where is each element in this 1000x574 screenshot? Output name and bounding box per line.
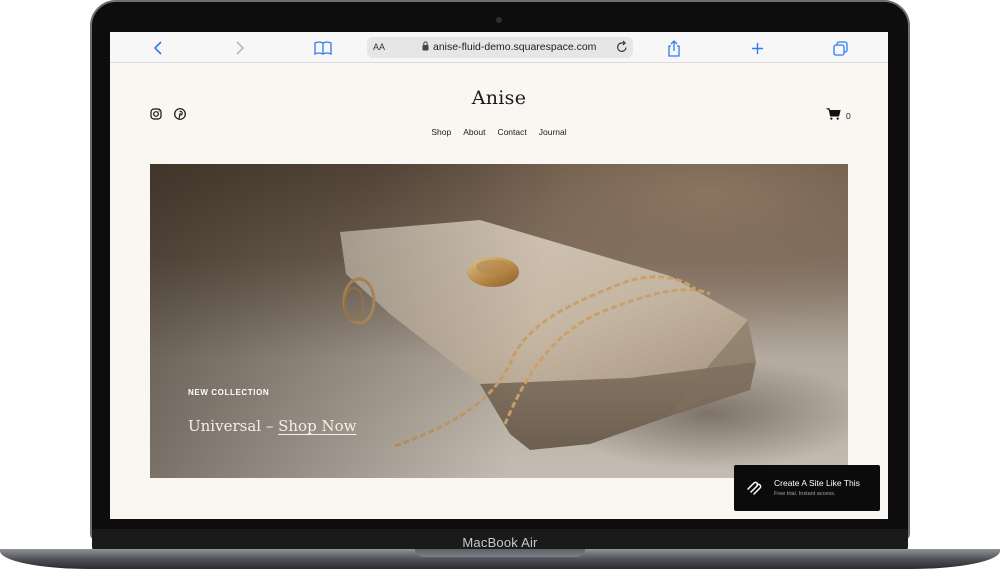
cart-count: 0 (846, 111, 851, 121)
hero-headline: Universal – Shop Now (188, 417, 356, 435)
cart-button[interactable]: 0 (826, 107, 851, 125)
shop-now-link[interactable]: Shop Now (278, 417, 356, 435)
share-icon[interactable] (664, 38, 684, 58)
lock-icon (422, 41, 429, 54)
badge-title: Create A Site Like This (774, 478, 860, 488)
reload-icon[interactable] (616, 40, 628, 56)
url-text: anise-fluid-demo.squarespace.com (433, 41, 597, 53)
create-site-badge[interactable]: Create A Site Like This Free trial. Inst… (734, 465, 880, 511)
hero-headline-text: Universal – (188, 417, 279, 435)
bookmarks-icon[interactable] (313, 38, 333, 58)
badge-subtitle: Free trial. Instant access. (774, 491, 836, 497)
main-nav: Shop About Contact Journal (110, 127, 888, 137)
hero-eyebrow: NEW COLLECTION (188, 388, 270, 397)
back-icon[interactable] (148, 38, 168, 58)
site-title[interactable]: Anise (110, 87, 888, 109)
text-size-button[interactable]: AA (373, 42, 385, 52)
laptop-notch (415, 549, 585, 557)
hero-banner: NEW COLLECTION Universal – Shop Now (150, 164, 848, 478)
browser-screen: AA anise-fluid-demo.squarespace.com Anis… (110, 32, 888, 519)
nav-item-journal[interactable]: Journal (533, 127, 573, 137)
new-tab-icon[interactable] (747, 38, 767, 58)
nav-item-contact[interactable]: Contact (491, 127, 532, 137)
instagram-icon[interactable] (150, 107, 162, 120)
browser-toolbar: AA anise-fluid-demo.squarespace.com (110, 32, 888, 63)
cart-icon (826, 107, 841, 125)
pinterest-icon[interactable] (174, 107, 186, 120)
nav-item-about[interactable]: About (457, 127, 491, 137)
webcam (496, 17, 502, 23)
address-bar[interactable]: AA anise-fluid-demo.squarespace.com (367, 37, 633, 58)
forward-icon[interactable] (230, 38, 250, 58)
squarespace-logo-icon (746, 480, 762, 501)
nav-item-shop[interactable]: Shop (425, 127, 457, 137)
tabs-overview-icon[interactable] (830, 38, 850, 58)
device-model-label: MacBook Air (462, 535, 538, 550)
